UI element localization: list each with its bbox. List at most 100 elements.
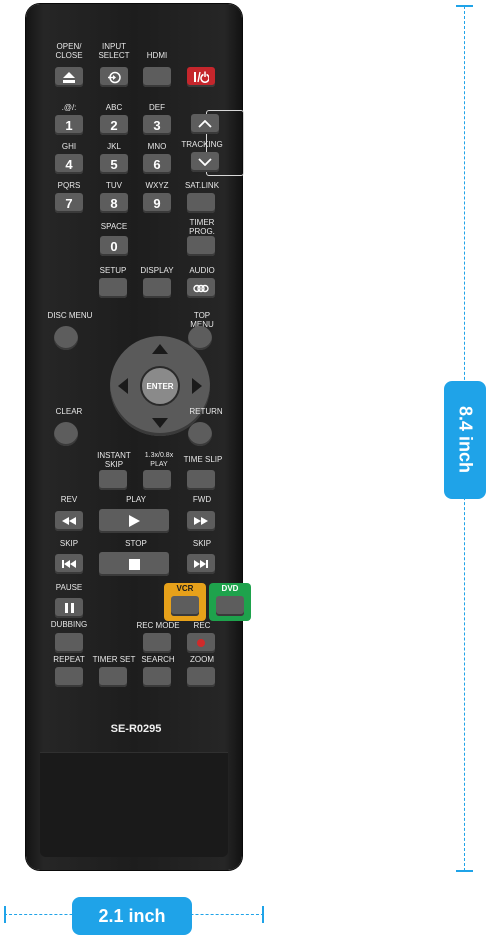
setup-label: SETUP	[99, 266, 127, 275]
vcr-button[interactable]	[171, 596, 199, 616]
timer-prog-label: TIMER PROG.	[189, 218, 215, 236]
tracking-up-button[interactable]	[191, 114, 219, 134]
record-icon	[197, 639, 205, 647]
time-slip-button[interactable]	[187, 470, 215, 490]
zoom-button[interactable]	[187, 667, 215, 687]
rec-label: REC	[193, 621, 211, 630]
tracking-label: TRACKING	[181, 140, 223, 149]
fwd-label: FWD	[192, 495, 212, 504]
pause-label: PAUSE	[55, 583, 83, 592]
power-button[interactable]	[187, 67, 215, 87]
nav-up-arrow[interactable]	[152, 344, 168, 354]
digit-9-button[interactable]: 9	[143, 193, 171, 213]
model-number: SE-R0295	[110, 723, 162, 735]
play-label: PLAY	[126, 495, 146, 504]
digit-2-button[interactable]: 2	[100, 115, 128, 135]
sat-link-label: SAT.LINK	[184, 181, 220, 190]
clear-label: CLEAR	[55, 407, 83, 416]
skip-back-icon	[62, 560, 76, 568]
timer-prog-button[interactable]	[187, 236, 215, 256]
digit-8-button[interactable]: 8	[100, 193, 128, 213]
sat-link-button[interactable]	[187, 193, 215, 213]
width-cap-right	[262, 906, 264, 923]
height-text: 8.4 inch	[455, 406, 476, 474]
skip-forward-button[interactable]	[187, 554, 215, 574]
navigation-pad[interactable]: ENTER	[110, 336, 210, 436]
rewind-icon	[62, 517, 76, 525]
repeat-button[interactable]	[55, 667, 83, 687]
enter-button[interactable]: ENTER	[140, 366, 180, 406]
rewind-button[interactable]	[55, 511, 83, 531]
nav-down-arrow[interactable]	[152, 418, 168, 428]
stop-button[interactable]	[99, 552, 169, 576]
eject-icon	[63, 71, 75, 83]
return-button[interactable]	[188, 422, 212, 446]
chevron-up-icon	[198, 120, 212, 128]
time-slip-label: TIME SLIP	[183, 455, 223, 464]
remote-control: OPEN/ CLOSE INPUT SELECT HDMI .@/: ABC D…	[26, 4, 251, 870]
play-speed-button[interactable]	[143, 470, 171, 490]
digit-7-button[interactable]: 7	[55, 193, 83, 213]
abc-label: ABC	[105, 103, 123, 112]
skip-back-label: SKIP	[59, 539, 79, 548]
audio-button[interactable]	[187, 278, 215, 298]
setup-button[interactable]	[99, 278, 127, 298]
hdmi-label: HDMI	[146, 51, 168, 60]
digit-4-button[interactable]: 4	[55, 154, 83, 174]
input-icon	[107, 71, 121, 83]
tuv-label: TUV	[106, 181, 122, 190]
rec-button[interactable]	[187, 633, 215, 653]
dubbing-button[interactable]	[55, 633, 83, 653]
zoom-label: ZOOM	[190, 655, 214, 664]
disc-menu-button[interactable]	[54, 326, 78, 350]
repeat-label: REPEAT	[53, 655, 85, 664]
skip-back-button[interactable]	[55, 554, 83, 574]
instant-skip-button[interactable]	[99, 470, 127, 490]
hdmi-button[interactable]	[143, 67, 171, 87]
instant-skip-label: INSTANT SKIP	[97, 451, 131, 469]
digit-3-button[interactable]: 3	[143, 115, 171, 135]
play-button[interactable]	[99, 509, 169, 533]
play-icon	[129, 515, 140, 527]
nav-right-arrow[interactable]	[192, 378, 202, 394]
dvd-label: DVD	[221, 584, 239, 593]
digit-6-button[interactable]: 6	[143, 154, 171, 174]
height-cap-bottom	[456, 870, 473, 872]
display-button[interactable]	[143, 278, 171, 298]
dvd-button[interactable]	[216, 596, 244, 616]
power-icon	[194, 71, 209, 83]
digit-0-button[interactable]: 0	[100, 236, 128, 256]
display-label: DISPLAY	[140, 266, 174, 275]
width-badge: 2.1 inch	[72, 897, 192, 935]
rec-mode-button[interactable]	[143, 633, 171, 653]
tracking-down-button[interactable]	[191, 152, 219, 172]
clear-button[interactable]	[54, 422, 78, 446]
width-cap-left	[4, 906, 6, 923]
pause-button[interactable]	[55, 598, 83, 618]
vcr-label: VCR	[176, 584, 194, 593]
play-speed-label: 1.3x/0.8x PLAY	[144, 452, 174, 468]
skip-forward-icon	[194, 560, 208, 568]
dubbing-label: DUBBING	[50, 620, 88, 629]
timer-set-label: TIMER SET	[92, 655, 136, 664]
digit-5-button[interactable]: 5	[100, 154, 128, 174]
fast-forward-icon	[194, 517, 208, 525]
rev-label: REV	[60, 495, 78, 504]
rec-mode-label: REC MODE	[136, 621, 180, 630]
chevron-down-icon	[198, 158, 212, 166]
height-cap-top	[456, 5, 473, 7]
skip-forward-label: SKIP	[192, 539, 212, 548]
input-select-button[interactable]	[100, 67, 128, 87]
digit-1-button[interactable]: 1	[55, 115, 83, 135]
jkl-label: JKL	[107, 142, 121, 151]
pause-icon	[64, 603, 74, 613]
search-button[interactable]	[143, 667, 171, 687]
audio-icon	[193, 284, 209, 292]
ghi-label: GHI	[61, 142, 77, 151]
battery-cover	[40, 752, 228, 857]
nav-left-arrow[interactable]	[118, 378, 128, 394]
eject-button[interactable]	[55, 67, 83, 87]
timer-set-button[interactable]	[99, 667, 127, 687]
fast-forward-button[interactable]	[187, 511, 215, 531]
space-label: SPACE	[100, 222, 128, 231]
